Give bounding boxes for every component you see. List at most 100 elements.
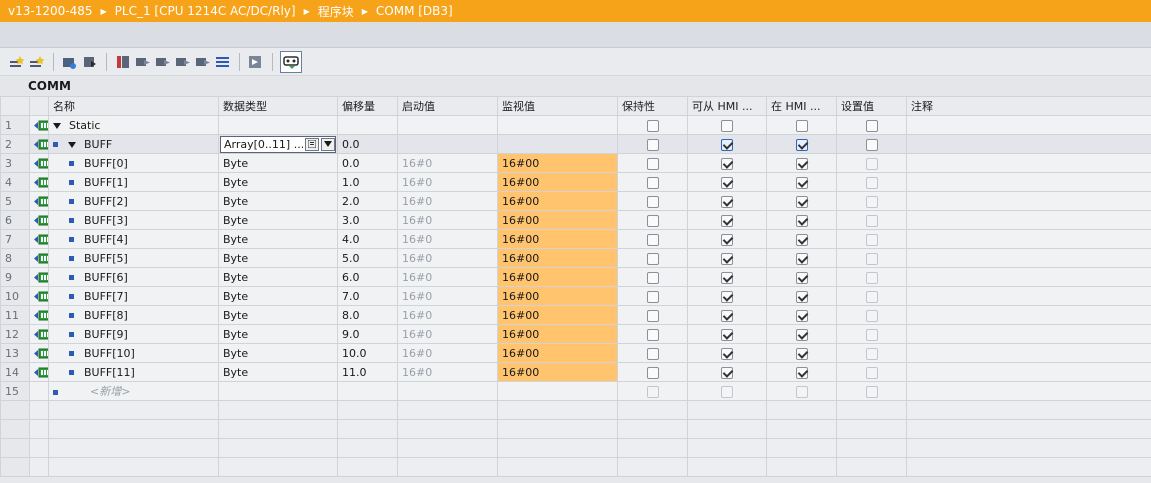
hmi-access-cell[interactable] xyxy=(687,210,767,230)
setpoint-cell[interactable] xyxy=(836,210,907,230)
hmi-visible-checkbox[interactable] xyxy=(795,119,808,132)
hmi-access-checkbox[interactable] xyxy=(721,157,733,170)
expand-icon[interactable] xyxy=(214,53,232,71)
hmi-access-checkbox[interactable] xyxy=(721,271,733,284)
hmi-visible-checkbox[interactable] xyxy=(795,214,808,227)
comment-cell[interactable] xyxy=(906,153,1151,173)
hmi-visible-cell[interactable] xyxy=(766,210,837,230)
hmi-access-cell[interactable] xyxy=(687,381,767,401)
add-row-icon[interactable] xyxy=(28,53,46,71)
load-icon[interactable] xyxy=(81,53,99,71)
comment-cell[interactable] xyxy=(906,134,1151,154)
data-type-cell[interactable]: Byte xyxy=(218,210,338,230)
hmi-access-cell[interactable] xyxy=(687,248,767,268)
start-value-cell[interactable] xyxy=(397,381,498,401)
hmi-visible-checkbox[interactable] xyxy=(795,328,808,341)
dropdown-arrow-icon[interactable] xyxy=(321,137,335,151)
table-row[interactable]: 14 BUFF[11] Byte 11.0 16#0 16#00 xyxy=(0,362,1151,382)
setpoint-cell[interactable] xyxy=(836,381,907,401)
comment-cell[interactable] xyxy=(906,248,1151,268)
hmi-access-checkbox[interactable] xyxy=(721,195,733,208)
column-header[interactable]: 数据类型 xyxy=(218,96,338,116)
monitor-icon[interactable] xyxy=(154,53,172,71)
data-type-cell[interactable]: Byte xyxy=(218,172,338,192)
variable-name-cell[interactable]: BUFF[4] xyxy=(48,229,219,249)
table-row[interactable]: 8 BUFF[5] Byte 5.0 16#0 16#00 xyxy=(0,248,1151,268)
table-row[interactable]: 13 BUFF[10] Byte 10.0 16#0 16#00 xyxy=(0,343,1151,363)
variable-name-cell[interactable]: BUFF[0] xyxy=(48,153,219,173)
comment-cell[interactable] xyxy=(906,267,1151,287)
start-value-cell[interactable]: 16#0 xyxy=(397,248,498,268)
retain-checkbox[interactable] xyxy=(646,328,659,341)
retain-cell[interactable] xyxy=(617,229,688,249)
hmi-access-cell[interactable] xyxy=(687,153,767,173)
setpoint-cell[interactable] xyxy=(836,305,907,325)
hmi-access-checkbox[interactable] xyxy=(721,385,733,398)
setpoint-cell[interactable] xyxy=(836,324,907,344)
table-row[interactable]: 10 BUFF[7] Byte 7.0 16#0 16#00 xyxy=(0,286,1151,306)
setpoint-checkbox[interactable] xyxy=(865,119,878,132)
start-value-cell[interactable]: 16#0 xyxy=(397,324,498,344)
start-value-cell[interactable]: 16#0 xyxy=(397,305,498,325)
retain-cell[interactable] xyxy=(617,134,688,154)
hmi-visible-checkbox[interactable] xyxy=(795,195,808,208)
table-row[interactable]: 7 BUFF[4] Byte 4.0 16#0 16#00 xyxy=(0,229,1151,249)
load-snapshot-icon[interactable] xyxy=(134,53,152,71)
data-type-cell[interactable]: Byte xyxy=(218,191,338,211)
hmi-access-checkbox[interactable] xyxy=(721,366,733,379)
comment-cell[interactable] xyxy=(906,305,1151,325)
comment-cell[interactable] xyxy=(906,343,1151,363)
start-value-cell[interactable]: 16#0 xyxy=(397,286,498,306)
hmi-visible-cell[interactable] xyxy=(766,229,837,249)
data-type-cell[interactable]: Byte xyxy=(218,286,338,306)
variable-name-cell[interactable]: BUFF[7] xyxy=(48,286,219,306)
retain-cell[interactable] xyxy=(617,362,688,382)
data-type-editor[interactable]: Array[0..11] ... xyxy=(220,135,336,153)
keep-values-icon[interactable] xyxy=(114,53,132,71)
data-type-cell[interactable]: Byte xyxy=(218,153,338,173)
hmi-access-checkbox[interactable] xyxy=(721,176,733,189)
hmi-visible-checkbox[interactable] xyxy=(795,252,808,265)
variable-name-cell[interactable]: BUFF[8] xyxy=(48,305,219,325)
hmi-visible-checkbox[interactable] xyxy=(795,290,808,303)
table-row[interactable]: 3 BUFF[0] Byte 0.0 16#0 16#00 xyxy=(0,153,1151,173)
retain-cell[interactable] xyxy=(617,210,688,230)
retain-cell[interactable] xyxy=(617,172,688,192)
hmi-access-cell[interactable] xyxy=(687,191,767,211)
hmi-access-cell[interactable] xyxy=(687,343,767,363)
setpoint-checkbox[interactable] xyxy=(865,347,878,360)
start-value-cell[interactable]: 16#0 xyxy=(397,210,498,230)
hmi-access-checkbox[interactable] xyxy=(721,138,733,151)
hmi-access-cell[interactable] xyxy=(687,115,767,135)
hmi-visible-cell[interactable] xyxy=(766,362,837,382)
retain-cell[interactable] xyxy=(617,153,688,173)
start-value-cell[interactable]: 16#0 xyxy=(397,191,498,211)
setpoint-cell[interactable] xyxy=(836,248,907,268)
hmi-visible-checkbox[interactable] xyxy=(795,138,808,151)
hmi-access-checkbox[interactable] xyxy=(721,233,733,246)
hmi-visible-cell[interactable] xyxy=(766,305,837,325)
setpoint-cell[interactable] xyxy=(836,172,907,192)
watch-on-icon[interactable] xyxy=(280,50,302,73)
table-row[interactable]: 2 BUFF Array[0..11] ... 0.0 xyxy=(0,134,1151,154)
expand-triangle-icon[interactable] xyxy=(53,122,61,129)
table-row[interactable]: 12 BUFF[9] Byte 9.0 16#0 16#00 xyxy=(0,324,1151,344)
data-type-cell[interactable]: Byte xyxy=(218,362,338,382)
breadcrumb-item[interactable]: 程序块 xyxy=(318,3,354,20)
variable-name-cell[interactable]: <新增> xyxy=(48,381,219,401)
variable-name-cell[interactable]: BUFF[6] xyxy=(48,267,219,287)
retain-checkbox[interactable] xyxy=(646,309,659,322)
breadcrumb-item[interactable]: v13-1200-485 xyxy=(8,4,92,18)
hmi-visible-cell[interactable] xyxy=(766,115,837,135)
retain-cell[interactable] xyxy=(617,381,688,401)
comment-cell[interactable] xyxy=(906,172,1151,192)
setpoint-checkbox[interactable] xyxy=(865,157,878,170)
breadcrumb-item[interactable]: COMM [DB3] xyxy=(376,4,453,18)
retain-cell[interactable] xyxy=(617,115,688,135)
hmi-visible-cell[interactable] xyxy=(766,172,837,192)
table-row[interactable]: 11 BUFF[8] Byte 8.0 16#0 16#00 xyxy=(0,305,1151,325)
hmi-access-checkbox[interactable] xyxy=(721,347,733,360)
data-type-cell[interactable]: Byte xyxy=(218,229,338,249)
setpoint-checkbox[interactable] xyxy=(865,233,878,246)
variable-name-cell[interactable]: BUFF[10] xyxy=(48,343,219,363)
